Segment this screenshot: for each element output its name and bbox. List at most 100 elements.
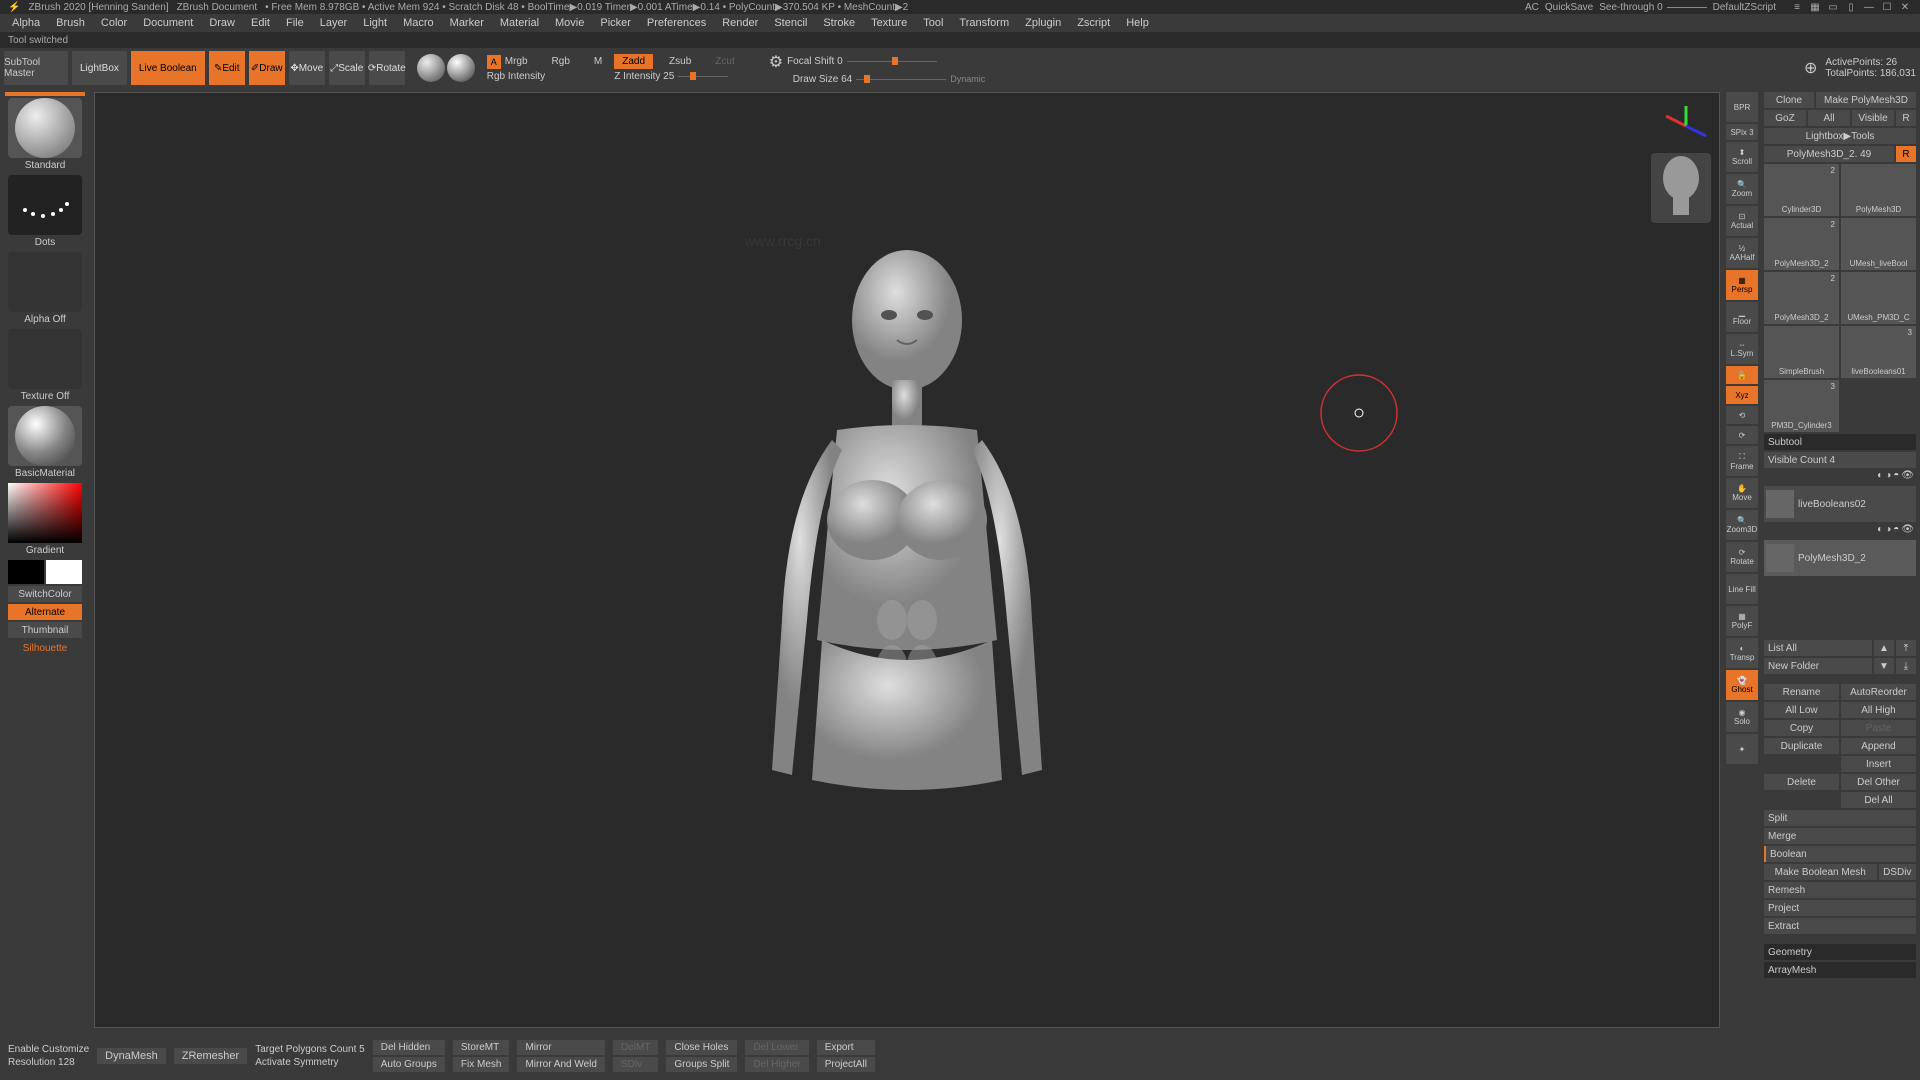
gizmo-sphere-icon[interactable] — [417, 54, 445, 82]
subtool-vis-icon[interactable]: ◑ — [1885, 524, 1891, 538]
xyz-button[interactable]: Xyz — [1726, 386, 1758, 404]
scale-button[interactable]: ⤢Scale — [329, 51, 365, 85]
auto-groups-button[interactable]: Auto Groups — [373, 1057, 445, 1072]
z-intensity-slider[interactable]: Z Intensity 25 — [614, 71, 674, 82]
color-swatch-white[interactable] — [46, 560, 82, 584]
layout2-icon[interactable]: ▯ — [1844, 0, 1858, 14]
zadd-button[interactable]: Zadd — [614, 54, 653, 69]
lock-button[interactable]: 🔒 — [1726, 366, 1758, 384]
mrgb-button[interactable]: Mrgb — [505, 56, 528, 67]
del-all-button[interactable]: Del All — [1841, 792, 1916, 808]
spix-button[interactable]: SPix 3 — [1726, 124, 1758, 140]
frame-button[interactable]: ⛶Frame — [1726, 446, 1758, 476]
transp-button[interactable]: ◐Transp — [1726, 638, 1758, 668]
zsub-button[interactable]: Zsub — [669, 56, 691, 67]
append-button[interactable]: Append — [1841, 738, 1916, 754]
boolean-section[interactable]: Boolean — [1764, 846, 1916, 862]
make-boolean-mesh-button[interactable]: Make Boolean Mesh — [1764, 864, 1877, 880]
zcut-button[interactable]: Zcut — [715, 56, 734, 67]
sdiv-button[interactable]: SDiv — [613, 1057, 658, 1072]
viewport[interactable]: www.rrcg.cn — [94, 92, 1720, 1028]
floor-button[interactable]: ▁Floor — [1726, 302, 1758, 332]
subtool-eye-icon[interactable]: 👁 — [1901, 470, 1914, 484]
geometry-header[interactable]: Geometry — [1764, 944, 1916, 960]
all-low-button[interactable]: All Low — [1764, 702, 1839, 718]
maximize-icon[interactable]: ☐ — [1880, 0, 1894, 14]
camera-head-gizmo[interactable] — [1651, 153, 1711, 223]
lightbox-button[interactable]: LightBox — [72, 51, 127, 85]
menu-stroke[interactable]: Stroke — [823, 17, 855, 29]
subtool-master-button[interactable]: SubTool Master — [4, 51, 68, 85]
move-button[interactable]: ✥Move — [289, 51, 325, 85]
menu-picker[interactable]: Picker — [600, 17, 631, 29]
delmt-button[interactable]: DelMT — [613, 1040, 658, 1055]
m-button[interactable]: M — [594, 56, 602, 67]
mirror-button[interactable]: Mirror — [517, 1040, 605, 1055]
rgb-button[interactable]: Rgb — [552, 56, 570, 67]
gradient-label[interactable]: Gradient — [26, 545, 64, 556]
copy-button[interactable]: Copy — [1764, 720, 1839, 736]
activate-symmetry-button[interactable]: Activate Symmetry — [255, 1057, 365, 1068]
brush-selector[interactable] — [8, 98, 82, 158]
sculptris-icon[interactable]: ⚙ — [769, 52, 783, 72]
storemt-button[interactable]: StoreMT — [453, 1040, 510, 1055]
focal-shift-slider[interactable]: Focal Shift 0 — [787, 56, 843, 67]
move-down-button[interactable]: ▼ — [1874, 658, 1894, 674]
del-higher-button[interactable]: Del Higher — [745, 1057, 808, 1072]
sculptris-sphere-icon[interactable] — [447, 54, 475, 82]
menu-icon[interactable]: ≡ — [1790, 0, 1804, 14]
zoom3d-button[interactable]: 🔍Zoom3D — [1726, 510, 1758, 540]
enable-customize-button[interactable]: Enable Customize — [8, 1044, 89, 1055]
thumbnail-button[interactable]: Thumbnail — [8, 622, 82, 638]
menu-render[interactable]: Render — [722, 17, 758, 29]
clone-button[interactable]: Clone — [1764, 92, 1814, 108]
menu-color[interactable]: Color — [101, 17, 127, 29]
persp-button[interactable]: ▦Persp — [1726, 270, 1758, 300]
subtool-header[interactable]: Subtool — [1764, 434, 1916, 450]
subtool-vis-icon[interactable]: ◐ — [1877, 524, 1883, 538]
imm-icon[interactable]: ⊕ — [1804, 58, 1817, 78]
paste-button[interactable]: Paste — [1841, 720, 1916, 736]
all-high-button[interactable]: All High — [1841, 702, 1916, 718]
scroll-button[interactable]: ⬍Scroll — [1726, 142, 1758, 172]
zoom-button[interactable]: 🔍Zoom — [1726, 174, 1758, 204]
aahalf-button[interactable]: ½AAHalf — [1726, 238, 1758, 268]
duplicate-button[interactable]: Duplicate — [1764, 738, 1839, 754]
close-icon[interactable]: ✕ — [1898, 0, 1912, 14]
split-section[interactable]: Split — [1764, 810, 1916, 826]
move-up-button[interactable]: ▲ — [1874, 640, 1894, 656]
menu-macro[interactable]: Macro — [403, 17, 434, 29]
insert-button[interactable]: Insert — [1841, 756, 1916, 772]
new-folder-button[interactable]: New Folder — [1764, 658, 1872, 674]
bpr-button[interactable]: BPR — [1726, 92, 1758, 122]
menu-material[interactable]: Material — [500, 17, 539, 29]
groups-split-button[interactable]: Groups Split — [666, 1057, 737, 1072]
dynamesh-button[interactable]: DynaMesh — [97, 1048, 166, 1064]
autoreorder-button[interactable]: AutoReorder — [1841, 684, 1916, 700]
menu-movie[interactable]: Movie — [555, 17, 584, 29]
subtool-item[interactable]: liveBooleans02 — [1764, 486, 1916, 522]
material-selector[interactable] — [8, 406, 82, 466]
tool-r-button[interactable]: R — [1896, 146, 1916, 162]
stroke-selector[interactable] — [8, 175, 82, 235]
menu-alpha[interactable]: Alpha — [12, 17, 40, 29]
rot-y-button[interactable]: ⟲ — [1726, 406, 1758, 424]
project-section[interactable]: Project — [1764, 900, 1916, 916]
del-lower-button[interactable]: Del Lower — [745, 1040, 808, 1055]
del-hidden-button[interactable]: Del Hidden — [373, 1040, 445, 1055]
minimize-icon[interactable]: — — [1862, 0, 1876, 14]
menu-edit[interactable]: Edit — [251, 17, 270, 29]
subtool-vis-icon[interactable]: ◓ — [1893, 524, 1899, 538]
ghost-button[interactable]: 👻Ghost — [1726, 670, 1758, 700]
xpose-button[interactable]: ✦ — [1726, 734, 1758, 764]
list-all-button[interactable]: List All — [1764, 640, 1872, 656]
remesh-section[interactable]: Remesh — [1764, 882, 1916, 898]
mirror-weld-button[interactable]: Mirror And Weld — [517, 1057, 605, 1072]
goz-visible-button[interactable]: Visible — [1852, 110, 1894, 126]
grid-icon[interactable]: ▦ — [1808, 0, 1822, 14]
tool-thumb[interactable]: SimpleBrush — [1764, 326, 1839, 378]
dynamic-label[interactable]: Dynamic — [950, 74, 985, 84]
subtool-eye-icon[interactable]: 👁 — [1901, 524, 1914, 538]
actual-button[interactable]: ⊡Actual — [1726, 206, 1758, 236]
a-indicator[interactable]: A — [487, 55, 501, 69]
